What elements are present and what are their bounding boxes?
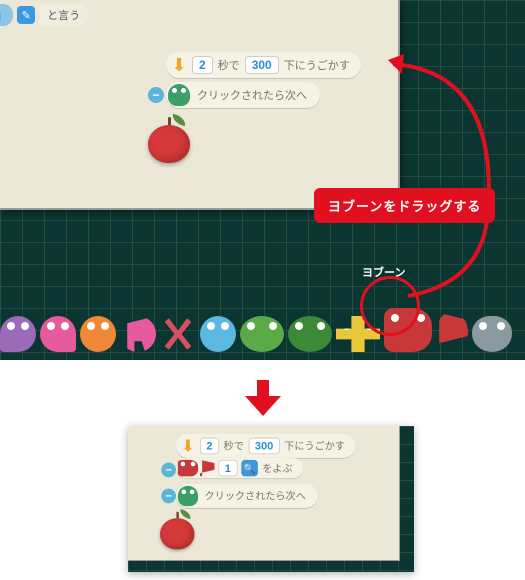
- say-label: と言う: [39, 4, 88, 26]
- move-tail-label: 下にうごかす: [284, 57, 350, 73]
- apple-body: [148, 125, 190, 163]
- character-palette: [0, 304, 525, 360]
- remove-block-button[interactable]: −: [161, 489, 176, 504]
- char-darkgreen-loop[interactable]: [288, 316, 332, 352]
- bottom-result-panel: ⬇ 2 秒で 300 下にうごかす − 1 🔍 をよぶ − クリックされたら次へ: [128, 426, 414, 572]
- click-label: クリックされたら次へ: [205, 489, 306, 504]
- megaphone-icon: [178, 460, 198, 477]
- call-block[interactable]: − 1 🔍 をよぶ: [176, 458, 303, 478]
- distance-input[interactable]: 300: [245, 56, 279, 74]
- seconds-label: 秒で: [224, 439, 244, 454]
- down-arrow-icon: ⬇: [178, 436, 198, 456]
- char-mouse[interactable]: [472, 316, 512, 352]
- instruction-callout: ヨブーンをドラッグする: [314, 188, 495, 223]
- count-input[interactable]: 1: [218, 460, 237, 477]
- move-tail-label: 下にうごかす: [284, 439, 345, 454]
- move-block[interactable]: ⬇ 2 秒で 300 下にうごかす: [166, 52, 361, 78]
- apple-sprite[interactable]: [160, 510, 198, 551]
- click-wait-block[interactable]: − クリックされたら次へ: [166, 82, 320, 108]
- yobun-label: ヨブーン: [362, 264, 405, 280]
- turtle-icon: [178, 486, 198, 506]
- apple-sprite[interactable]: [148, 115, 194, 165]
- distance-input[interactable]: 300: [248, 438, 279, 455]
- char-orange[interactable]: [80, 316, 116, 352]
- char-clock[interactable]: [200, 316, 236, 352]
- move-block[interactable]: ⬇ 2 秒で 300 下にうごかす: [176, 434, 355, 458]
- char-note[interactable]: [120, 316, 156, 352]
- script-canvas-result[interactable]: ⬇ 2 秒で 300 下にうごかす − 1 🔍 をよぶ − クリックされたら次へ: [128, 426, 400, 561]
- say-text-input[interactable]: クし..」: [0, 4, 13, 26]
- seconds-label: 秒で: [218, 57, 240, 73]
- seconds-input[interactable]: 2: [200, 438, 219, 455]
- char-yellow-plus[interactable]: [336, 316, 380, 352]
- seconds-input[interactable]: 2: [192, 56, 213, 74]
- click-wait-block[interactable]: − クリックされたら次へ: [176, 484, 318, 508]
- remove-block-button[interactable]: −: [161, 463, 176, 478]
- char-flag[interactable]: [436, 312, 468, 352]
- flag-icon: [200, 460, 215, 477]
- click-label: クリックされたら次へ: [197, 87, 307, 103]
- top-editor-panel: クし..」 ✎ と言う ⬇ 2 秒で 300 下にうごかす − クリックされたら…: [0, 0, 525, 360]
- down-arrow-icon: ⬇: [168, 54, 190, 76]
- turtle-icon: [168, 84, 190, 106]
- say-block[interactable]: クし..」 ✎ と言う: [0, 4, 88, 26]
- char-purple[interactable]: [0, 316, 36, 352]
- char-megaphone-yobun[interactable]: [384, 308, 432, 352]
- char-pink-speech[interactable]: [40, 316, 76, 352]
- flow-arrow-icon: [243, 378, 283, 418]
- char-scissors[interactable]: [160, 316, 196, 352]
- apple-leaf: [171, 114, 187, 126]
- remove-block-button[interactable]: −: [148, 87, 164, 103]
- magnifier-icon[interactable]: 🔍: [241, 460, 258, 477]
- script-canvas[interactable]: クし..」 ✎ と言う ⬇ 2 秒で 300 下にうごかす − クリックされたら…: [0, 0, 400, 210]
- pencil-icon[interactable]: ✎: [17, 6, 35, 24]
- char-green-loop[interactable]: [240, 316, 284, 352]
- apple-body: [160, 518, 194, 549]
- call-tail-label: をよぶ: [262, 461, 292, 476]
